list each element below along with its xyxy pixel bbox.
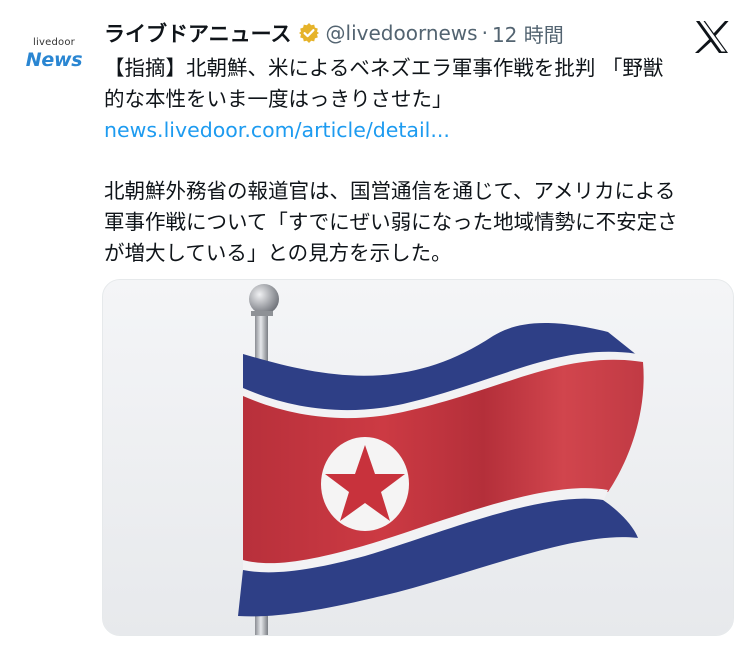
post-time[interactable]: 12 時間 [492,19,564,48]
article-link[interactable]: news.livedoor.com/article/detail... [104,115,450,145]
avatar[interactable]: livedoor News [22,22,86,86]
separator-dot: · [481,21,488,45]
post-body-line-3: が増大している」との見方を示した。 [104,241,452,265]
flagpole-finial [249,284,279,314]
post-image[interactable] [102,279,734,636]
post-body-line-2: 軍事作戦について「すでにぜい弱になった地域情勢に不安定さ [104,210,678,234]
post-header: ライブドアニュース @livedoornews · 12 時間 [104,16,564,50]
account-name[interactable]: ライブドアニュース [104,18,292,48]
flag-photo [103,280,733,635]
post-headline-line-2: 的な本性をいま一度はっきりさせた」 [104,87,453,111]
avatar-brand-small: livedoor [33,37,75,48]
avatar-brand-big: News [25,49,83,71]
post-headline-line-1: 【指摘】北朝鮮、米によるベネズエラ軍事作戦を批判 「野獣 [104,56,664,80]
post-body-line-1: 北朝鮮外務省の報道官は、国営通信を通じて、アメリカによる [104,179,676,203]
account-handle[interactable]: @livedoornews [326,21,478,45]
x-logo-icon[interactable] [694,20,730,54]
verified-badge-icon [298,22,320,44]
